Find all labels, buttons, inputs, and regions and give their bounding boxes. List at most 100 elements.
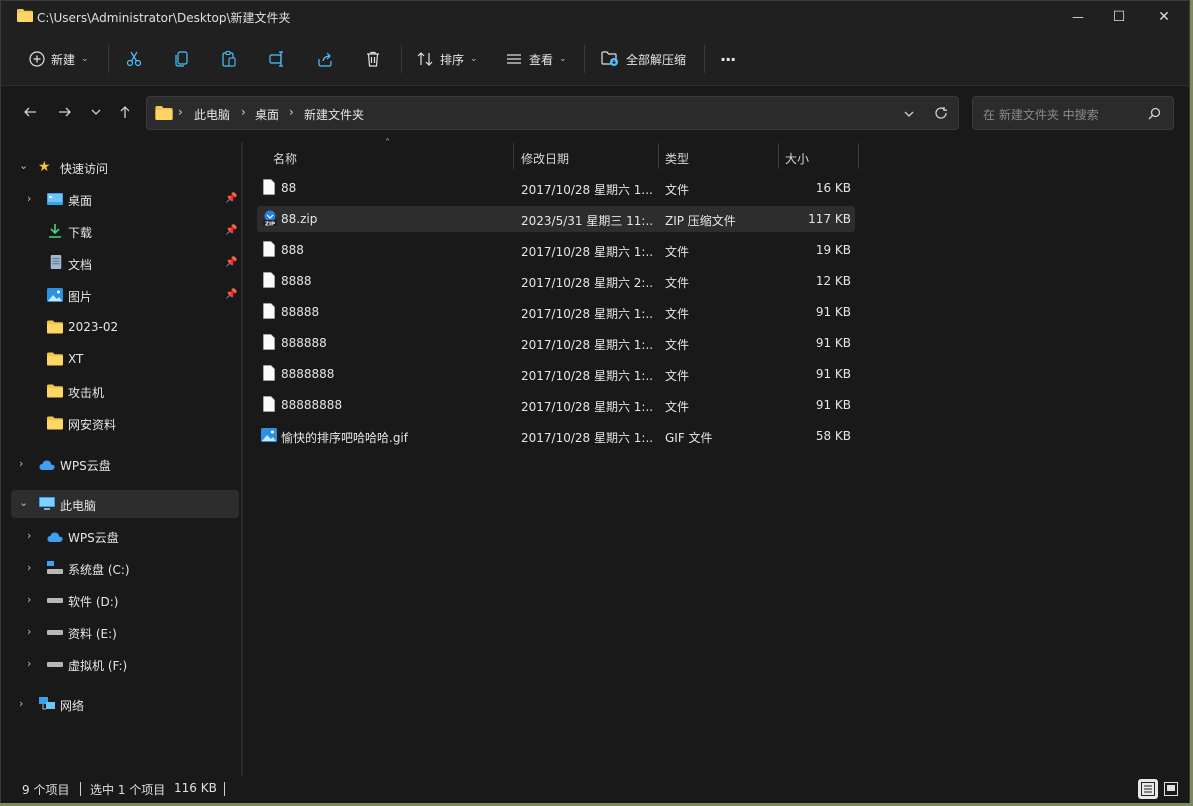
- chevron-down-icon[interactable]: [904, 109, 914, 119]
- column-header-size[interactable]: 大小: [785, 145, 809, 171]
- sidebar-item-label: 软件 (D:): [68, 595, 119, 609]
- view-label: 查看: [529, 52, 554, 67]
- chevron-down-icon[interactable]: ⌄: [19, 496, 28, 509]
- file-row[interactable]: 8888 2017/10/28 星期六 2:... 文件 12 KB: [257, 268, 855, 294]
- recent-locations-button[interactable]: [85, 101, 107, 123]
- back-button[interactable]: [19, 101, 41, 123]
- sidebar-item-drive-f[interactable]: › 虚拟机 (F:): [11, 650, 239, 678]
- new-button[interactable]: 新建 ⌄: [29, 43, 89, 75]
- copy-button[interactable]: [173, 43, 191, 75]
- chevron-right-icon[interactable]: ›: [27, 657, 31, 670]
- sidebar-item-xt[interactable]: XT: [11, 345, 239, 373]
- column-divider[interactable]: [513, 143, 514, 169]
- paste-button[interactable]: [220, 43, 238, 75]
- file-row[interactable]: 88 2017/10/28 星期六 1... 文件 16 KB: [257, 175, 855, 201]
- chevron-right-icon[interactable]: ›: [27, 192, 31, 205]
- details-view-button[interactable]: [1138, 779, 1158, 799]
- chevron-right-icon[interactable]: ›: [27, 529, 31, 542]
- search-input[interactable]: 在 新建文件夹 中搜索: [972, 96, 1174, 130]
- selection-size: 116 KB: [174, 781, 217, 795]
- view-icon: [507, 54, 521, 64]
- sidebar-item-security-materials[interactable]: 网安资料: [11, 409, 239, 437]
- item-count: 9 个项目: [22, 783, 70, 797]
- drive-icon: [47, 598, 63, 603]
- pin-icon[interactable]: 📌: [225, 257, 237, 268]
- chevron-right-icon[interactable]: ›: [19, 697, 23, 710]
- column-header-label: 名称: [273, 151, 298, 166]
- sidebar-item-2023-02[interactable]: 2023-02: [11, 313, 239, 341]
- share-button[interactable]: [316, 43, 334, 75]
- minimize-button[interactable]: —: [1055, 1, 1101, 33]
- chevron-right-icon[interactable]: ›: [19, 457, 23, 470]
- sidebar-item-pc-wps-cloud[interactable]: › WPS云盘: [11, 522, 239, 550]
- file-icon: [263, 179, 275, 195]
- close-button[interactable]: ✕: [1141, 1, 1187, 33]
- up-button[interactable]: [114, 101, 136, 123]
- sidebar-item-attack-machine[interactable]: 攻击机: [11, 377, 239, 405]
- chevron-right-icon[interactable]: ›: [27, 561, 31, 574]
- file-row[interactable]: 愉快的排序吧哈哈哈.gif 2017/10/28 星期六 1:... GIF 文…: [257, 423, 855, 449]
- file-row[interactable]: 888 2017/10/28 星期六 1:... 文件 19 KB: [257, 237, 855, 263]
- file-row[interactable]: 88888888 2017/10/28 星期六 1:... 文件 91 KB: [257, 392, 855, 418]
- breadcrumb-separator: ›: [241, 105, 246, 119]
- cloud-icon: [39, 460, 55, 470]
- breadcrumb-current-folder[interactable]: 新建文件夹: [304, 106, 364, 123]
- forward-button[interactable]: [54, 101, 76, 123]
- column-divider[interactable]: [858, 143, 859, 169]
- column-divider[interactable]: [658, 143, 659, 169]
- toolbar-divider: [704, 45, 705, 73]
- column-divider[interactable]: [778, 143, 779, 169]
- chevron-right-icon[interactable]: ›: [27, 593, 31, 606]
- file-type: 文件: [665, 276, 690, 290]
- chevron-down-icon: [91, 109, 101, 115]
- breadcrumb-desktop[interactable]: 桌面: [255, 106, 279, 123]
- tiles-view-button[interactable]: [1161, 779, 1181, 799]
- breadcrumb-separator: ›: [178, 105, 183, 119]
- sidebar-item-network[interactable]: › 网络: [11, 690, 239, 718]
- chevron-down-icon: ⌄: [470, 54, 478, 64]
- sort-button[interactable]: 排序 ⌄: [416, 43, 478, 75]
- maximize-button[interactable]: ☐: [1096, 1, 1142, 33]
- sidebar-item-drive-d[interactable]: › 软件 (D:): [11, 586, 239, 614]
- pin-icon[interactable]: 📌: [225, 193, 237, 204]
- breadcrumb-this-pc[interactable]: 此电脑: [194, 106, 230, 123]
- file-size: 12 KB: [815, 274, 851, 288]
- file-size: 91 KB: [815, 336, 851, 350]
- file-row[interactable]: ZIP 88.zip 2023/5/31 星期三 11:... ZIP 压缩文件…: [257, 206, 855, 232]
- sidebar-item-this-pc[interactable]: ⌄ 此电脑: [11, 490, 239, 518]
- pin-icon[interactable]: 📌: [225, 225, 237, 236]
- column-header-type[interactable]: 类型: [665, 145, 689, 171]
- more-button[interactable]: ···: [720, 43, 736, 75]
- sidebar-item-downloads[interactable]: 下载 📌: [11, 217, 239, 245]
- sidebar-item-pictures[interactable]: 图片 📌: [11, 281, 239, 309]
- address-bar[interactable]: › 此电脑 › 桌面 › 新建文件夹: [146, 96, 959, 130]
- search-icon[interactable]: [1148, 107, 1161, 120]
- file-size: 117 KB: [808, 212, 851, 226]
- sidebar-item-desktop[interactable]: › 桌面 📌: [11, 185, 239, 213]
- rename-button[interactable]: [268, 43, 286, 75]
- sidebar-item-wps-cloud[interactable]: › WPS云盘: [11, 450, 239, 478]
- sidebar-item-drive-c[interactable]: › 系统盘 (C:): [11, 554, 239, 582]
- refresh-icon[interactable]: [934, 106, 948, 120]
- chevron-right-icon[interactable]: ›: [27, 625, 31, 638]
- column-header-name[interactable]: 名称: [273, 145, 297, 171]
- pin-icon[interactable]: 📌: [225, 289, 237, 300]
- file-row[interactable]: 888888 2017/10/28 星期六 1:... 文件 91 KB: [257, 330, 855, 356]
- minimize-icon: —: [1072, 10, 1084, 24]
- sort-label: 排序: [440, 52, 465, 67]
- delete-button[interactable]: [364, 43, 382, 75]
- file-modified: 2017/10/28 星期六 1:...: [521, 369, 653, 383]
- cut-button[interactable]: [125, 43, 143, 75]
- sidebar-item-drive-e[interactable]: › 资料 (E:): [11, 618, 239, 646]
- file-name: 愉快的排序吧哈哈哈.gif: [281, 431, 408, 445]
- address-row: › 此电脑 › 桌面 › 新建文件夹 在 新建文件夹 中搜索: [1, 86, 1189, 142]
- extract-all-button[interactable]: 全部解压缩: [600, 43, 686, 75]
- sidebar-item-documents[interactable]: 文档 📌: [11, 249, 239, 277]
- chevron-down-icon[interactable]: ⌄: [19, 159, 28, 172]
- file-row[interactable]: 8888888 2017/10/28 星期六 1:... 文件 91 KB: [257, 361, 855, 387]
- file-row[interactable]: 88888 2017/10/28 星期六 1:... 文件 91 KB: [257, 299, 855, 325]
- column-header-modified[interactable]: 修改日期: [521, 145, 569, 171]
- file-modified: 2017/10/28 星期六 1:...: [521, 245, 653, 259]
- sidebar-item-quick-access[interactable]: ⌄ ★ 快速访问: [11, 153, 239, 181]
- view-button[interactable]: 查看 ⌄: [505, 43, 567, 75]
